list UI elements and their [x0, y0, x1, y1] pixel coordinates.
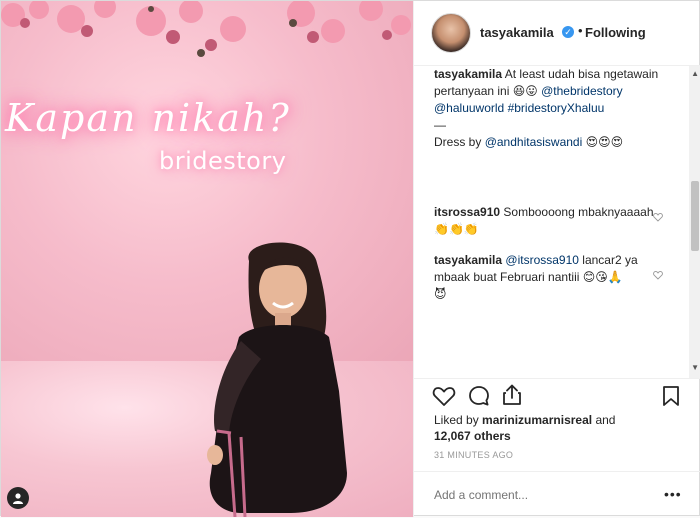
like-comment-heart-icon[interactable]	[653, 212, 663, 222]
hashtag-link[interactable]: #bridestoryXhaluu	[508, 101, 605, 115]
scroll-down-arrow-icon[interactable]: ▼	[691, 363, 699, 372]
mention-thebridestory[interactable]: @thebridestory	[541, 84, 623, 98]
comment-input[interactable]	[434, 486, 644, 504]
more-options-icon[interactable]: •••	[664, 486, 682, 502]
comment-username[interactable]: tasyakamila	[434, 253, 502, 267]
caption-dash: —	[434, 118, 446, 132]
hanging-flowers	[1, 1, 411, 57]
mention-andhitasiswandi[interactable]: @andhitasiswandi	[485, 135, 583, 149]
like-comment-heart-icon[interactable]	[653, 270, 663, 280]
comment-emoji: 👏👏👏	[434, 222, 479, 236]
caption-emoji: 😆😛	[512, 84, 538, 98]
separator-dot: •	[578, 23, 583, 38]
post-header: tasyakamila ✓ • Following	[414, 1, 700, 66]
mention-haluuworld[interactable]: @haluuworld	[434, 101, 504, 115]
dress-emoji: 😍😍😍	[585, 135, 624, 149]
liked-by-user[interactable]: marinizumarnisreal	[482, 413, 592, 427]
verified-badge-icon: ✓	[562, 26, 574, 38]
user-tag-icon[interactable]	[7, 487, 29, 509]
like-heart-icon[interactable]	[432, 385, 456, 407]
post-timestamp[interactable]: 31 MINUTES AGO	[434, 450, 513, 460]
liked-by-text: Liked by	[434, 413, 479, 427]
person-figure	[207, 242, 347, 517]
share-icon[interactable]	[502, 384, 522, 406]
comment-item: itsrossa910 Somboooong mbaknyaaaah 👏👏👏	[434, 204, 674, 238]
avatar[interactable]	[431, 13, 471, 53]
comment-emoji: 😊😘🙏	[582, 270, 623, 284]
scrollbar-thumb[interactable]	[691, 181, 699, 251]
comment-username[interactable]: itsrossa910	[434, 205, 500, 219]
comment-emoji-2: 😈	[434, 287, 447, 301]
likes-summary: Liked by marinizumarnisreal and 12,067 o…	[434, 412, 674, 444]
post-sidebar: tasyakamila ✓ • Following tasyakamila At…	[413, 1, 700, 517]
liked-and-text: and	[595, 413, 616, 427]
comment-text: Somboooong mbaknyaaaah	[503, 205, 654, 219]
neon-sign-script: Kapan nikah?	[5, 96, 291, 140]
post-photo[interactable]: Kapan nikah? bridestory	[1, 1, 413, 517]
caption-username[interactable]: tasyakamila	[434, 67, 502, 81]
add-comment-bar: •••	[414, 471, 700, 518]
scroll-up-arrow-icon[interactable]: ▲	[691, 69, 699, 78]
comment-item: tasyakamila @itsrossa910 lancar2 ya mbaa…	[434, 252, 674, 303]
following-button[interactable]: Following	[585, 25, 646, 40]
likes-count[interactable]: 12,067 others	[434, 429, 511, 443]
person-icon	[13, 493, 23, 504]
comment-bubble-icon[interactable]	[468, 385, 490, 407]
instagram-post: Kapan nikah? bridestory tasyakamila ✓ • …	[0, 0, 700, 517]
comments-list[interactable]: tasyakamila At least udah bisa ngetawain…	[414, 66, 700, 378]
comment-mention[interactable]: @itsrossa910	[505, 253, 579, 267]
bookmark-icon[interactable]	[662, 385, 680, 407]
caption: tasyakamila At least udah bisa ngetawain…	[434, 66, 674, 151]
neon-sign-brand: bridestory	[159, 147, 287, 175]
header-username[interactable]: tasyakamila	[480, 25, 554, 40]
dress-by-text: Dress by	[434, 135, 482, 149]
